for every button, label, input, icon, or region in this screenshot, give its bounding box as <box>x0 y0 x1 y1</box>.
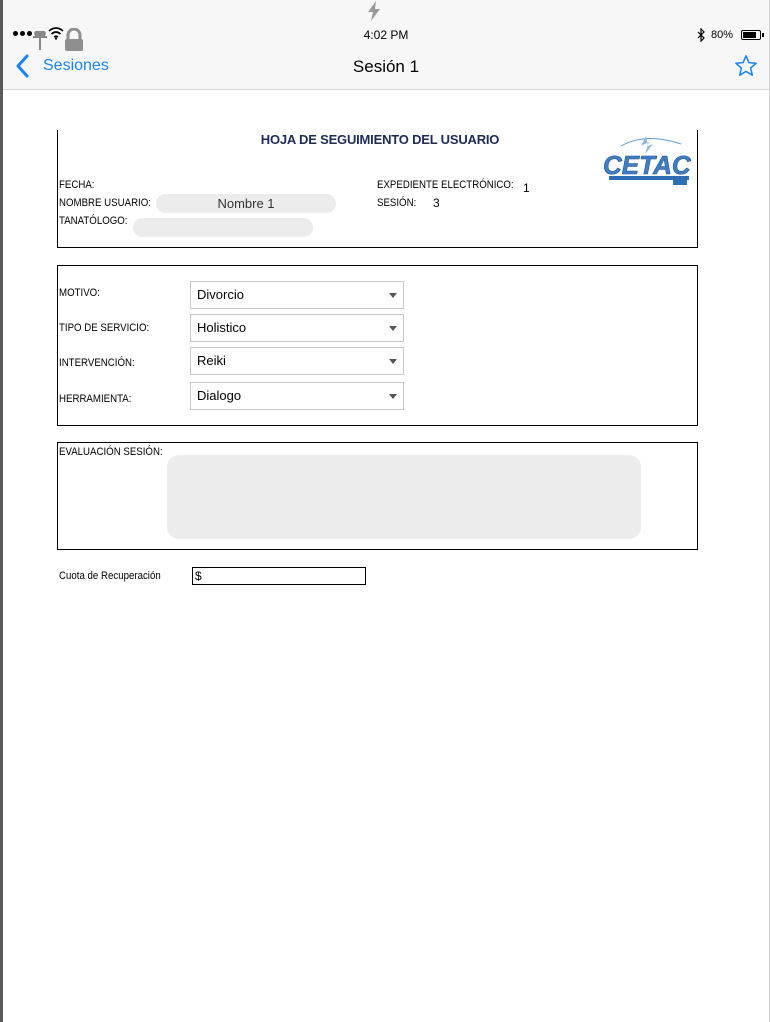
sesion-value: 3 <box>433 196 440 210</box>
top-bar: 4:02 PM 80% Sesiones Sesión 1 <box>3 0 769 90</box>
evaluacion-textarea[interactable] <box>167 455 641 539</box>
intervencion-value: Reiki <box>197 353 226 368</box>
sesion-label: SESIÓN: <box>377 197 417 209</box>
page-title: Sesión 1 <box>352 57 420 76</box>
fecha-label: FECHA: <box>59 179 95 191</box>
motivo-value: Divorcio <box>197 287 244 302</box>
intervencion-label: INTERVENCIÓN: <box>59 357 135 369</box>
nombre-usuario-field[interactable]: Nombre 1 <box>156 194 336 213</box>
dropdown-arrow-icon <box>389 394 397 399</box>
battery-icon <box>741 30 764 40</box>
intervencion-select[interactable]: Reiki <box>190 347 404 375</box>
star-icon[interactable] <box>734 54 758 78</box>
tanatologo-label: TANATÓLOGO: <box>59 215 128 227</box>
herramienta-select[interactable]: Dialogo <box>190 382 404 410</box>
cetac-logo: CETAC <box>601 132 692 190</box>
dropdown-arrow-icon <box>389 293 397 298</box>
expediente-value: 1 <box>523 181 530 195</box>
bluetooth-icon <box>697 28 705 42</box>
herramienta-label: HERRAMIENTA: <box>59 393 132 405</box>
dropdown-arrow-icon <box>389 359 397 364</box>
motivo-label: MOTIVO: <box>59 287 100 299</box>
status-time: 4:02 PM <box>363 28 409 42</box>
tipo-servicio-select[interactable]: Holistico <box>190 314 404 342</box>
dropdown-arrow-icon <box>389 326 397 331</box>
motivo-select[interactable]: Divorcio <box>190 281 404 309</box>
tipo-servicio-value: Holistico <box>197 320 247 335</box>
tanatologo-field[interactable] <box>133 218 313 237</box>
evaluacion-label: EVALUACIÓN SESIÓN: <box>59 446 163 458</box>
herramienta-value: Dialogo <box>197 388 242 403</box>
form-document: HOJA DE SEGUIMIENTO DEL USUARIO CETAC FE… <box>0 90 770 1022</box>
status-bar: 4:02 PM 80% <box>3 0 769 51</box>
expediente-label: EXPEDIENTE ELECTRÓNICO: <box>377 179 514 191</box>
cuota-label: Cuota de Recuperación <box>59 570 161 582</box>
cuota-input[interactable]: $ <box>192 567 366 585</box>
tipo-servicio-label: TIPO DE SERVICIO: <box>59 322 150 334</box>
battery-percent: 80% <box>711 29 734 41</box>
charging-icon <box>368 1 380 21</box>
logo-text: CETAC <box>603 150 691 180</box>
nombre-usuario-label: NOMBRE USUARIO: <box>59 197 151 209</box>
